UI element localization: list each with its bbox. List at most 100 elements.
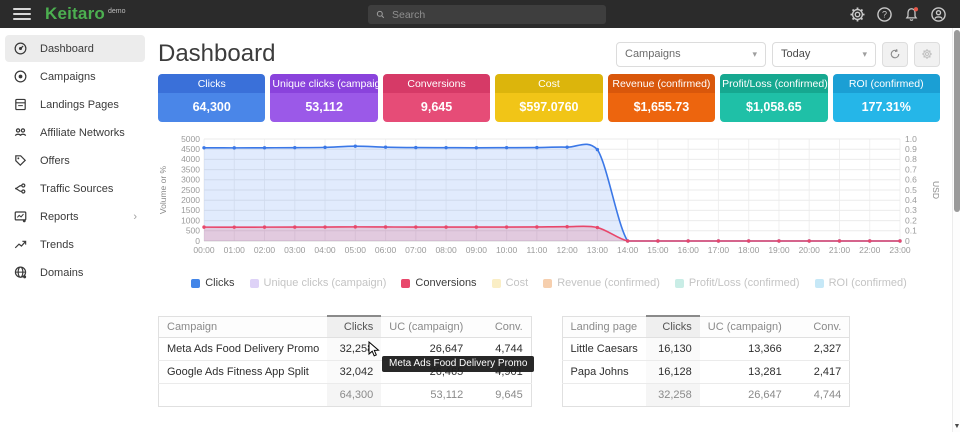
hamburger-menu-icon[interactable] — [13, 8, 31, 20]
svg-text:06:00: 06:00 — [375, 245, 397, 255]
legend-item-revenue-confirmed-[interactable]: Revenue (confirmed) — [543, 277, 660, 289]
chart-canvas: 00:0001:0002:0003:0004:0005:0006:0007:00… — [158, 133, 940, 263]
row-label: Google Ads Fitness App Split — [159, 361, 328, 384]
landing-row[interactable]: Little Caesars16,13013,3662,327 — [562, 338, 850, 361]
legend-item-unique-clicks-campaign-[interactable]: Unique clicks (campaign) — [250, 277, 387, 289]
main-content: Dashboard Campaigns ▾ Today ▾ Clicks 64,… — [150, 28, 960, 432]
brand-logo[interactable]: Keitarodemo — [31, 4, 126, 24]
sidebar-item-reports[interactable]: Reports › — [5, 203, 145, 230]
legend-item-cost[interactable]: Cost — [492, 277, 529, 289]
campaigns-filter-value: Campaigns — [625, 48, 681, 60]
metric-card-clicks: Clicks 64,300 — [158, 74, 265, 122]
metric-card-unique-clicks-campaign-: Unique clicks (campaign) 53,112 — [270, 74, 377, 122]
svg-text:0.1: 0.1 — [905, 226, 917, 236]
svg-text:22:00: 22:00 — [859, 245, 881, 255]
sidebar-item-dashboard[interactable]: Dashboard — [5, 35, 145, 62]
scroll-down-arrow-icon[interactable]: ▼ — [953, 423, 960, 430]
metric-value: 177.31% — [833, 93, 940, 122]
legend-label: Cost — [506, 277, 529, 289]
svg-text:1.0: 1.0 — [905, 134, 917, 144]
column-header-campaign[interactable]: Campaign — [159, 316, 328, 338]
tag-icon — [13, 153, 28, 168]
search-input[interactable] — [392, 9, 599, 21]
sidebar-item-label: Trends — [40, 239, 74, 251]
svg-text:0.5: 0.5 — [905, 185, 917, 195]
landings-table: Landing pageClicksUC (campaign)Conv.Litt… — [562, 315, 941, 407]
metric-label: Cost — [495, 74, 602, 93]
svg-text:10:00: 10:00 — [496, 245, 518, 255]
traffic-chart: 00:0001:0002:0003:0004:0005:0006:0007:00… — [158, 133, 940, 289]
metric-card-conversions: Conversions 9,645 — [383, 74, 490, 122]
sidebar-item-domains[interactable]: Domains — [5, 259, 145, 286]
column-header-conv-[interactable]: Conv. — [471, 316, 531, 338]
legend-item-profit-loss-confirmed-[interactable]: Profit/Loss (confirmed) — [675, 277, 800, 289]
metric-value: $1,655.73 — [608, 93, 715, 122]
document-icon — [13, 97, 28, 112]
svg-text:18:00: 18:00 — [738, 245, 760, 255]
svg-text:4500: 4500 — [181, 144, 200, 154]
metric-value: 53,112 — [270, 93, 377, 122]
total-value: 53,112 — [381, 384, 471, 407]
sidebar-item-campaigns[interactable]: Campaigns — [5, 63, 145, 90]
svg-text:0.9: 0.9 — [905, 144, 917, 154]
column-header-conv-[interactable]: Conv. — [790, 316, 850, 338]
search-icon — [375, 9, 386, 20]
date-range-select[interactable]: Today ▾ — [772, 42, 876, 67]
legend-swatch — [492, 279, 501, 288]
landing-row[interactable]: Papa Johns16,12813,2812,417 — [562, 361, 850, 384]
help-icon[interactable]: ? — [876, 6, 893, 23]
dashboard-settings-button[interactable] — [914, 42, 940, 67]
sidebar-item-trends[interactable]: Trends — [5, 231, 145, 258]
row-value: 13,281 — [700, 361, 790, 384]
globe-icon — [13, 265, 28, 280]
svg-text:0: 0 — [905, 236, 910, 246]
settings-gear-icon[interactable] — [849, 6, 866, 23]
metric-value: $1,058.65 — [720, 93, 827, 122]
sidebar-item-label: Landings Pages — [40, 99, 119, 111]
column-header-uc-campaign-[interactable]: UC (campaign) — [700, 316, 790, 338]
sidebar-item-offers[interactable]: Offers — [5, 147, 145, 174]
svg-text:19:00: 19:00 — [768, 245, 790, 255]
legend-label: Clicks — [205, 277, 234, 289]
campaigns-filter-select[interactable]: Campaigns ▾ — [616, 42, 766, 67]
svg-text:11:00: 11:00 — [527, 245, 548, 255]
svg-text:13:00: 13:00 — [587, 245, 609, 255]
sidebar-item-landings-pages[interactable]: Landings Pages — [5, 91, 145, 118]
chart-legend: Clicks Unique clicks (campaign) Conversion… — [158, 277, 940, 289]
notifications-bell-icon[interactable] — [903, 6, 920, 23]
legend-label: Profit/Loss (confirmed) — [689, 277, 800, 289]
column-header-clicks[interactable]: Clicks — [646, 316, 700, 338]
page-scrollbar[interactable]: ▼ — [952, 28, 960, 432]
gauge-icon — [13, 41, 28, 56]
total-value — [562, 384, 646, 407]
row-label: Meta Ads Food Delivery Promo — [159, 338, 328, 361]
global-search[interactable] — [368, 5, 606, 24]
legend-item-conversions[interactable]: Conversions — [401, 277, 476, 289]
svg-text:0.2: 0.2 — [905, 215, 917, 225]
legend-item-clicks[interactable]: Clicks — [191, 277, 234, 289]
refresh-button[interactable] — [882, 42, 908, 67]
sidebar-item-affiliate-networks[interactable]: Affiliate Networks — [5, 119, 145, 146]
brand-badge: demo — [108, 8, 126, 15]
metric-label: Revenue (confirmed) — [608, 74, 715, 93]
svg-text:17:00: 17:00 — [708, 245, 730, 255]
page-header: Dashboard Campaigns ▾ Today ▾ — [158, 36, 940, 72]
total-value: 64,300 — [327, 384, 381, 407]
column-header-clicks[interactable]: Clicks — [327, 316, 381, 338]
legend-swatch — [401, 279, 410, 288]
legend-swatch — [675, 279, 684, 288]
svg-text:1500: 1500 — [181, 205, 200, 215]
account-icon[interactable] — [930, 6, 947, 23]
legend-swatch — [815, 279, 824, 288]
metric-card-revenue-confirmed-: Revenue (confirmed) $1,655.73 — [608, 74, 715, 122]
scrollbar-thumb[interactable] — [954, 30, 960, 212]
svg-text:USD: USD — [931, 181, 940, 199]
row-value: 16,128 — [646, 361, 700, 384]
svg-text:0.3: 0.3 — [905, 205, 917, 215]
legend-item-roi-confirmed-[interactable]: ROI (confirmed) — [815, 277, 907, 289]
sidebar-item-traffic-sources[interactable]: Traffic Sources — [5, 175, 145, 202]
column-header-landing-page[interactable]: Landing page — [562, 316, 646, 338]
column-header-uc-campaign-[interactable]: UC (campaign) — [381, 316, 471, 338]
svg-text:2500: 2500 — [181, 185, 200, 195]
page-title: Dashboard — [158, 40, 275, 68]
